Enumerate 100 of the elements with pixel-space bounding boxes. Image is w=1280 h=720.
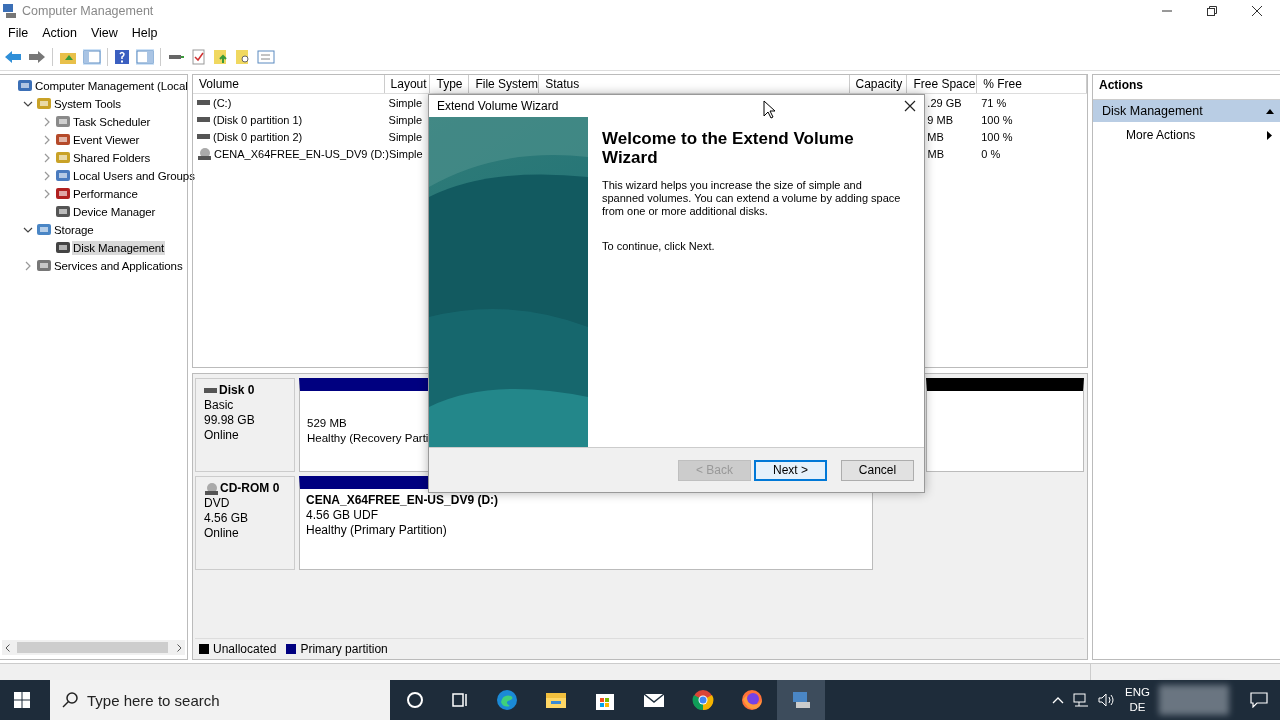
expander-icon[interactable] [23,225,33,235]
chevron-up-icon[interactable] [1052,696,1065,704]
table-cell: 71 % [981,96,1007,109]
drive-icon [197,133,210,140]
menu-item[interactable]: Help [124,26,165,40]
scroll-right-icon[interactable] [177,643,182,652]
tree-item[interactable]: System Tools [53,97,122,111]
horizontal-scrollbar[interactable] [2,640,185,655]
computer-management-icon[interactable] [790,689,812,711]
drive-icon [197,116,210,123]
table-cell: (C:) [213,96,232,109]
disk-size: 99.98 GB [204,413,256,428]
firefox-icon[interactable] [741,689,763,711]
forward-icon[interactable] [28,49,46,65]
column-header[interactable]: % Free [977,75,1087,93]
tree-item[interactable]: Storage [53,223,95,237]
tree-item[interactable]: Computer Management (Local [34,79,189,93]
tree-item[interactable]: Shared Folders [72,151,152,165]
partition-block[interactable] [926,378,1084,472]
scroll-left-icon[interactable] [5,643,10,652]
table-cell: .29 GB [927,96,962,109]
start-icon[interactable] [14,692,30,708]
wizard-description: This wizard helps you increase the size of simple and spanned volumes. You can extend a volume by adding space from one or more additional disks. [602,179,902,219]
node-icon [55,186,71,202]
disk-size: 4.56 GB [204,511,250,526]
dialog-title: Extend Volume Wizard [437,99,559,114]
close-icon[interactable] [1251,5,1263,17]
node-icon [36,222,52,238]
table-cell: 0 % [981,147,1001,160]
drive-icon [197,99,210,106]
chrome-icon[interactable] [692,689,714,711]
column-header[interactable]: File System [469,75,540,93]
column-header[interactable]: Type [430,75,470,93]
tree-item[interactable]: Task Scheduler [72,115,152,129]
partition-title: CENA_X64FREE_EN-US_DV9 (D:) [306,493,500,508]
network-icon[interactable] [1073,693,1090,707]
table-cell: 9 MB [927,113,954,126]
table-cell: Simple [389,147,423,160]
table-cell: 100 % [981,130,1013,143]
notifications-icon[interactable] [1250,692,1268,708]
column-header[interactable]: Capacity [849,75,908,93]
submenu-arrow-icon [1267,130,1272,140]
tree-item[interactable]: Local Users and Groups [72,169,196,183]
action-item[interactable]: More Actions [1093,122,1280,148]
column-header[interactable]: Status [539,75,850,93]
cortana-icon[interactable] [406,691,424,709]
collapse-icon [1266,108,1274,114]
node-icon [36,258,52,274]
tree-item[interactable]: Device Manager [72,205,157,219]
table-cell: CENA_X64FREE_EN-US_DV9 (D:) [214,147,389,160]
expander-icon[interactable] [23,99,33,109]
table-cell: 100 % [981,113,1013,126]
help-icon[interactable] [114,49,130,65]
table-cell: MB [927,130,944,143]
menu-item[interactable]: View [83,26,125,40]
legend-label: Primary partition [300,642,388,656]
partition-info: 4.56 GB UDF [306,508,380,523]
node-icon [55,240,71,256]
tree-item[interactable]: Event Viewer [72,133,141,147]
cd-drive-icon [197,146,211,161]
speaker-icon[interactable] [1098,693,1117,707]
legend-label: Unallocated [213,642,277,656]
mail-icon[interactable] [643,691,665,709]
task-view-icon[interactable] [451,691,469,709]
node-icon [55,114,71,130]
node-icon [55,132,71,148]
wizard-button[interactable]: Next > [754,459,827,481]
language-indicator[interactable]: ENG DE [1125,685,1150,715]
checklist-icon[interactable] [191,49,207,65]
tree-item[interactable]: Disk Management [72,241,166,255]
partition-info: 529 MB [307,416,348,431]
search-icon [62,692,78,708]
table-cell: Simple [388,113,423,126]
disk-status: Online [204,428,240,443]
actions-section[interactable]: Disk Management [1093,100,1280,122]
menu-item[interactable]: File [1,26,36,40]
tree-item[interactable]: Services and Applications [53,259,184,273]
menu-item[interactable]: Action [35,26,84,40]
drive-icon [204,387,217,394]
search-field[interactable]: Type here to search [50,680,390,720]
node-icon [55,168,71,184]
column-header[interactable]: Layout [384,75,431,93]
back-icon[interactable] [4,49,22,65]
table-cell: Simple [388,130,423,143]
disk-type: Basic [204,398,235,413]
node-icon [55,204,71,220]
disk-type: DVD [204,496,231,511]
close-icon[interactable] [904,100,916,113]
disk-status: Online [204,526,240,541]
browser-icon[interactable] [496,689,518,711]
tree-item[interactable]: Performance [72,187,139,201]
folder-icon[interactable] [545,690,567,710]
column-header[interactable]: Volume [193,75,385,93]
wizard-heading: Welcome to the Extend Volume Wizard [602,129,855,168]
folder-search-icon[interactable] [235,49,251,65]
wizard-instruction: To continue, click Next. [602,240,716,254]
restore-icon[interactable] [1206,5,1218,17]
column-header[interactable]: Free Space [907,75,978,93]
table-cell: MB [927,147,944,160]
wizard-button[interactable]: Cancel [841,459,914,481]
